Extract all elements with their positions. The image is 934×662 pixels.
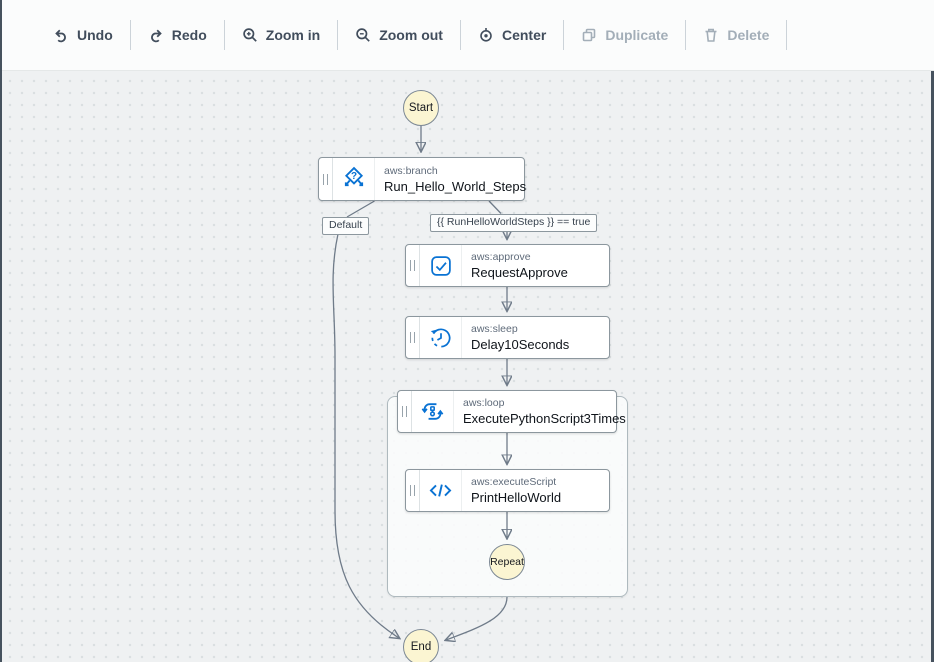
redo-icon	[148, 27, 164, 43]
step-type: aws:loop	[463, 396, 626, 410]
editor-toolbar: Undo Redo	[0, 0, 934, 71]
step-name: PrintHelloWorld	[471, 489, 561, 506]
grip-lines	[323, 174, 328, 185]
step-name: RequestApprove	[471, 264, 568, 281]
edge-branch-to-condition-label	[489, 201, 501, 214]
loop-icon	[412, 391, 454, 432]
center-button[interactable]: Center	[461, 21, 563, 49]
grip-lines	[410, 485, 415, 496]
drag-handle-icon[interactable]	[406, 470, 420, 511]
step-text: aws:executeScript PrintHelloWorld	[462, 470, 569, 511]
edge-branch-to-default-label	[347, 201, 375, 217]
flow-canvas[interactable]: Start Repeat End Default {{ RunHelloWorl…	[0, 71, 934, 662]
code-icon	[420, 470, 462, 511]
grip-lines	[410, 332, 415, 343]
step-node-run-hello-world-steps[interactable]: ? aws:branch Run_Hello_World_Steps	[318, 157, 525, 201]
duplicate-button[interactable]: Duplicate	[564, 21, 685, 49]
start-label: Start	[409, 102, 433, 114]
step-type: aws:executeScript	[471, 475, 561, 489]
grip-lines	[402, 406, 407, 417]
step-text: aws:sleep Delay10Seconds	[462, 317, 577, 358]
undo-icon	[53, 27, 69, 43]
condition-branch-label: {{ RunHelloWorldSteps }} == true	[430, 214, 597, 232]
automation-flow-editor: Undo Redo	[0, 0, 934, 662]
undo-button[interactable]: Undo	[36, 21, 130, 49]
step-node-requestapprove[interactable]: aws:approve RequestApprove	[405, 244, 610, 287]
drag-handle-icon[interactable]	[398, 391, 412, 432]
step-type: aws:approve	[471, 250, 568, 264]
toolbar-divider	[786, 20, 787, 50]
step-text: aws:branch Run_Hello_World_Steps	[375, 158, 534, 200]
zoom-in-button[interactable]: Zoom in	[225, 21, 337, 49]
redo-button[interactable]: Redo	[131, 21, 224, 49]
zoom-in-label: Zoom in	[266, 27, 320, 43]
step-node-executepythonscript3times[interactable]: aws:loop ExecutePythonScript3Times	[397, 390, 617, 433]
zoom-out-icon	[355, 27, 371, 43]
drag-handle-icon[interactable]	[406, 245, 420, 286]
step-name: ExecutePythonScript3Times	[463, 410, 626, 427]
step-text: aws:loop ExecutePythonScript3Times	[454, 391, 634, 432]
svg-text:?: ?	[350, 171, 356, 182]
repeat-node: Repeat	[489, 544, 525, 580]
grip-lines	[410, 260, 415, 271]
start-node: Start	[403, 90, 439, 126]
drag-handle-icon[interactable]	[406, 317, 420, 358]
undo-label: Undo	[77, 27, 113, 43]
step-type: aws:sleep	[471, 322, 569, 336]
step-node-printhelloworld[interactable]: aws:executeScript PrintHelloWorld	[405, 469, 610, 512]
zoom-out-label: Zoom out	[379, 27, 443, 43]
sleep-icon	[420, 317, 462, 358]
zoom-out-button[interactable]: Zoom out	[338, 21, 460, 49]
step-type: aws:branch	[384, 164, 526, 178]
default-branch-label: Default	[322, 217, 369, 235]
left-panel-edge	[0, 0, 2, 662]
redo-label: Redo	[172, 27, 207, 43]
center-label: Center	[502, 27, 546, 43]
edge-loop-exit-to-end	[446, 597, 507, 640]
center-icon	[478, 27, 494, 43]
step-name: Run_Hello_World_Steps	[384, 178, 526, 195]
repeat-label: Repeat	[490, 556, 524, 568]
delete-button[interactable]: Delete	[686, 21, 786, 49]
step-node-delay10seconds[interactable]: aws:sleep Delay10Seconds	[405, 316, 610, 359]
end-node: End	[403, 629, 439, 662]
zoom-in-icon	[242, 27, 258, 43]
duplicate-label: Duplicate	[605, 27, 668, 43]
duplicate-icon	[581, 27, 597, 43]
delete-icon	[703, 27, 719, 43]
edge-default-to-end	[333, 234, 399, 638]
step-text: aws:approve RequestApprove	[462, 245, 576, 286]
delete-label: Delete	[727, 27, 769, 43]
step-name: Delay10Seconds	[471, 336, 569, 353]
branch-icon: ?	[333, 158, 375, 200]
approve-icon	[420, 245, 462, 286]
end-label: End	[411, 641, 431, 653]
drag-handle-icon[interactable]	[319, 158, 333, 200]
